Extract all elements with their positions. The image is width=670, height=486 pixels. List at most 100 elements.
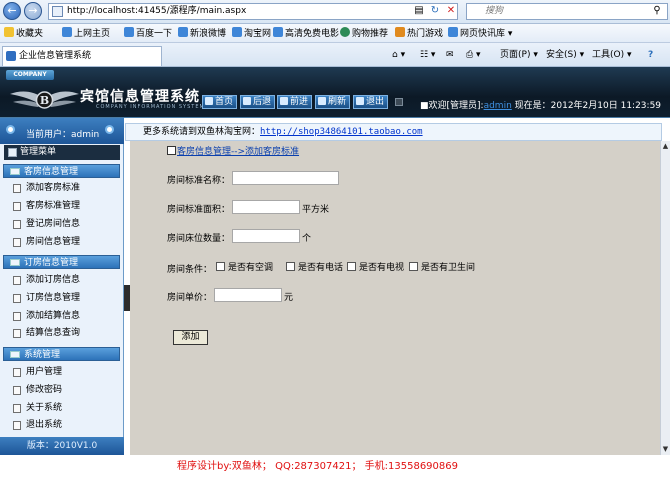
page-icon [13,294,21,303]
favorite-item[interactable]: 热门游戏 [395,27,443,41]
search-icon[interactable]: ⚲ [650,4,664,18]
favorite-item[interactable]: 百度一下 [124,27,172,41]
favorites-button[interactable]: 收藏夹 [4,27,43,41]
help-icon[interactable]: ? [648,49,653,62]
menu-item-exit[interactable]: 退出系统 [10,417,118,433]
checkbox-icon [347,262,356,271]
welcome-user-link[interactable]: admin [484,101,512,111]
room-standard-name-input[interactable] [232,171,339,185]
menu-item-booking-manage[interactable]: 订房信息管理 [10,290,118,306]
add-button[interactable]: 添加 [173,330,208,345]
bed-count-input[interactable] [232,229,300,243]
shop-link[interactable]: http://shop34864101.taobao.com [260,127,423,137]
area-unit: 平方米 [302,205,330,215]
back-button[interactable]: 后退 [240,95,276,109]
menu-item-settlement-query[interactable]: 结算信息查询 [10,325,118,341]
tv-checkbox[interactable]: 是否有电视 [347,260,404,273]
search-input[interactable]: 搜狗 [466,3,668,20]
forward-button[interactable]: 前进 [277,95,313,109]
menu-item-user-manage[interactable]: 用户管理 [10,364,118,380]
company-tag: COMPANY [6,70,54,80]
chevron-down-icon: ▾ [505,29,513,39]
page-icon [13,202,21,211]
scroll-up-icon[interactable]: ▲ [661,141,670,151]
menu-item-add-room-standard[interactable]: 添加客房标准 [10,180,118,196]
sidebar: 当前用户：admin 管理菜单 客房信息管理 添加客房标准 客房标准管理 登记房… [0,118,124,455]
arrow-right-icon [280,97,288,105]
folder-icon [10,351,20,358]
menu-group-room-info[interactable]: 客房信息管理 [3,164,120,178]
page-icon [13,276,21,285]
phone-checkbox[interactable]: 是否有电话 [286,260,343,273]
menu-item-room-manage[interactable]: 房间信息管理 [10,234,118,250]
menu-item-change-password[interactable]: 修改密码 [10,382,118,398]
menu-group-booking-info[interactable]: 订房信息管理 [3,255,120,269]
price-unit: 元 [284,293,294,303]
mail-icon[interactable]: ✉ [446,49,454,62]
page-icon [13,404,21,413]
svg-text:B: B [40,94,49,107]
page-icon [13,368,21,377]
feeds-icon[interactable]: ☷ ▾ [420,49,435,62]
browser-address-bar-row: ← → http://localhost:41455/源程序/main.aspx… [0,0,670,24]
star-icon [4,27,14,37]
page-icon [13,421,21,430]
current-user-bar: 当前用户：admin [0,118,124,144]
print-icon[interactable]: ⎙ ▾ [466,49,481,62]
pin-icon [105,125,114,134]
url-input[interactable]: http://localhost:41455/源程序/main.aspx [48,3,458,20]
home-icon[interactable]: ⌂ ▾ [392,49,405,62]
scroll-down-icon[interactable]: ▼ [661,444,670,454]
forward-icon[interactable]: → [24,2,42,20]
menu-item-room-standard-manage[interactable]: 客房标准管理 [10,198,118,214]
refresh-icon[interactable]: ↻ [428,4,442,18]
bathroom-checkbox[interactable]: 是否有卫生间 [409,260,475,273]
safety-menu[interactable]: 安全(S) ▾ [546,49,584,62]
page-icon [273,27,283,37]
favorite-item[interactable]: 高清免费电影 [273,27,339,41]
room-area-input[interactable] [232,200,300,214]
favorite-item[interactable]: 新浪微博 [178,27,226,41]
menu-item-add-booking[interactable]: 添加订房信息 [10,272,118,288]
page-menu[interactable]: 页面(P) ▾ [500,49,538,62]
room-price-input[interactable] [214,288,282,302]
back-icon[interactable]: ← [3,2,21,20]
page-icon [13,329,21,338]
app-title: 宾馆信息管理系统 [80,89,200,105]
menu-icon [8,148,17,157]
page-icon [52,6,63,17]
tab-command-row: 企业信息管理系统 ⌂ ▾ ☷ ▾ ✉ ⎙ ▾ 页面(P) ▾ 安全(S) ▾ 工… [0,43,670,67]
menu-item-register-room[interactable]: 登记房间信息 [10,216,118,232]
stop-icon[interactable]: ✕ [444,4,458,18]
vertical-scrollbar[interactable]: ▲ ▼ [660,141,670,455]
field-label-beds: 房间床位数量： [167,234,231,244]
favorite-item[interactable]: 购物推荐 [340,27,388,41]
arrow-left-icon [243,97,251,105]
refresh-icon [318,97,326,105]
page-icon [124,27,134,37]
page-icon [13,386,21,395]
checkbox-icon [409,262,418,271]
compat-view-icon[interactable]: ▤ [412,4,426,18]
pin-icon [6,125,15,134]
favorite-item[interactable]: 淘宝网 [232,27,271,41]
browser-tab[interactable]: 企业信息管理系统 [2,46,162,66]
refresh-button[interactable]: 刷新 [315,95,351,109]
bed-unit: 个 [302,234,312,244]
price-label: 房间单价： [167,293,213,303]
breadcrumb: 客房信息管理-->添加客房标准 [167,144,299,157]
folder-icon [10,259,20,266]
favorite-item[interactable]: 网页快讯库 ▾ [448,27,512,41]
tools-menu[interactable]: 工具(O) ▾ [592,49,632,62]
menu-item-about[interactable]: 关于系统 [10,400,118,416]
menu-group-system[interactable]: 系统管理 [3,347,120,361]
favorite-item[interactable]: 上网主页 [62,27,110,41]
globe-icon [340,27,350,37]
page-icon [448,27,458,37]
home-button[interactable]: 首页 [202,95,238,109]
logout-button[interactable]: 退出 [353,95,389,109]
menu-item-add-settlement[interactable]: 添加结算信息 [10,308,118,324]
ac-checkbox[interactable]: 是否有空调 [216,260,273,273]
page-icon [395,27,405,37]
menu-title: 管理菜单 [4,145,120,160]
